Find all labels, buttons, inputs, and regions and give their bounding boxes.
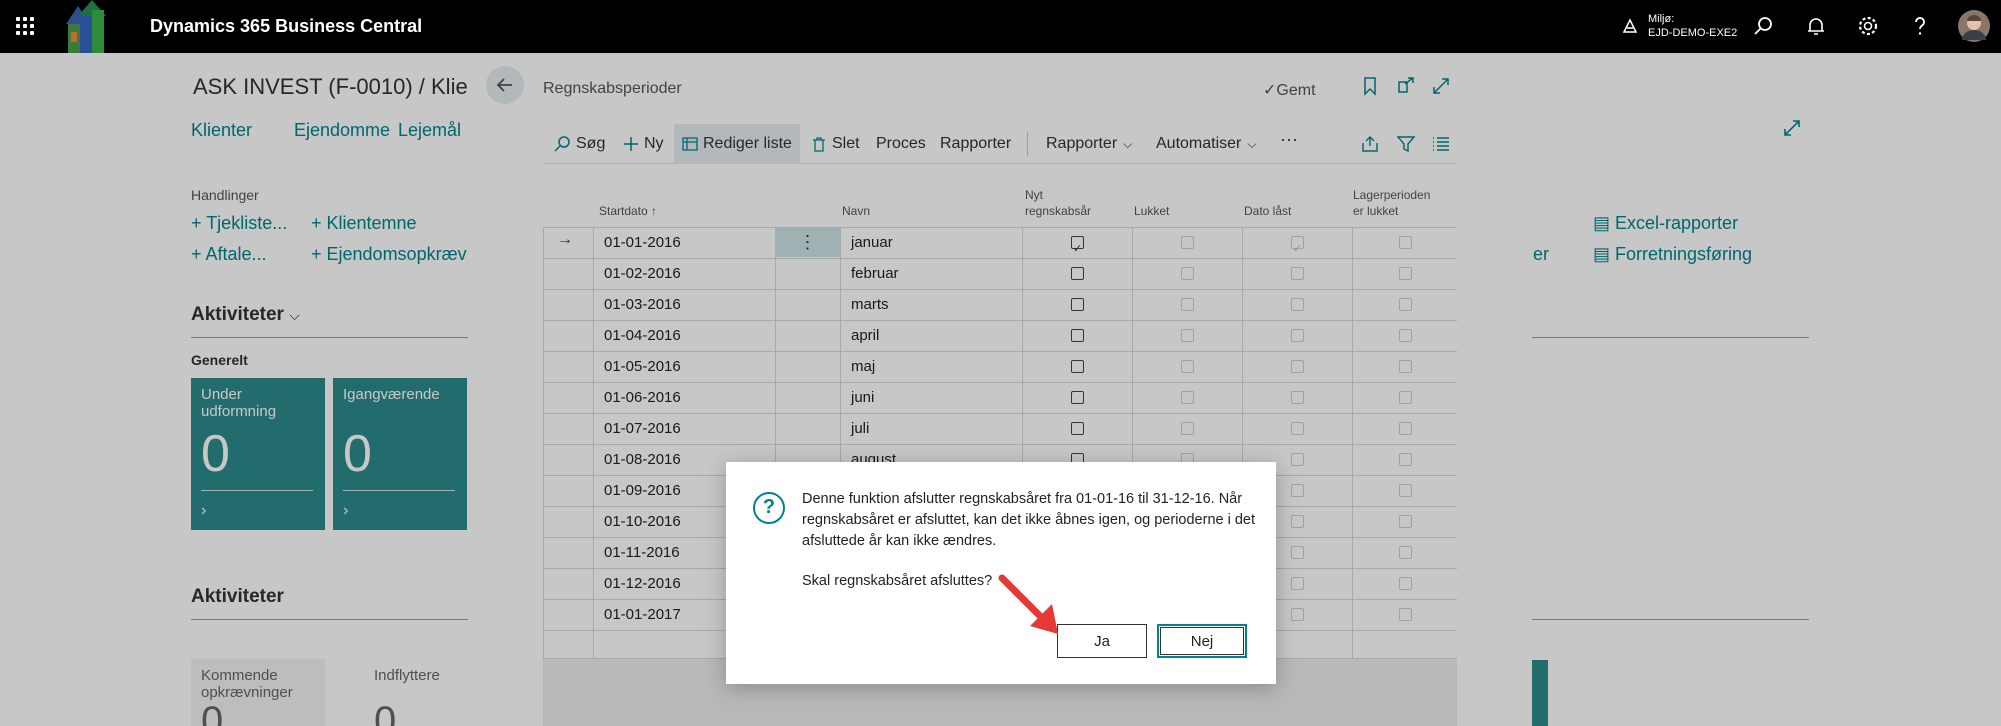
dialog-question: Skal regnskabsåret afsluttes? (802, 573, 993, 589)
environment-icon (1622, 18, 1638, 33)
top-bar: Dynamics 365 Business Central Miljø: EJD… (0, 0, 2001, 53)
search-icon[interactable] (1752, 14, 1776, 38)
app-title[interactable]: Dynamics 365 Business Central (150, 16, 422, 37)
app-launcher-icon[interactable] (16, 17, 35, 36)
environment-value: EJD-DEMO-EXE2 (1648, 27, 1738, 39)
environment-info[interactable]: Miljø: EJD-DEMO-EXE2 (1648, 12, 1737, 40)
avatar[interactable] (1958, 10, 1990, 42)
bell-icon[interactable] (1804, 14, 1828, 38)
yes-button[interactable]: Ja (1057, 624, 1147, 658)
company-logo (66, 0, 106, 53)
annotation-arrow-icon (998, 574, 1058, 634)
no-button[interactable]: Nej (1157, 624, 1247, 658)
environment-label: Miljø: (1648, 13, 1675, 25)
help-icon[interactable] (1908, 14, 1932, 38)
gear-icon[interactable] (1856, 14, 1880, 38)
question-icon: ? (753, 492, 785, 524)
dialog-message: Denne funktion afslutter regnskabsåret f… (802, 491, 1256, 549)
